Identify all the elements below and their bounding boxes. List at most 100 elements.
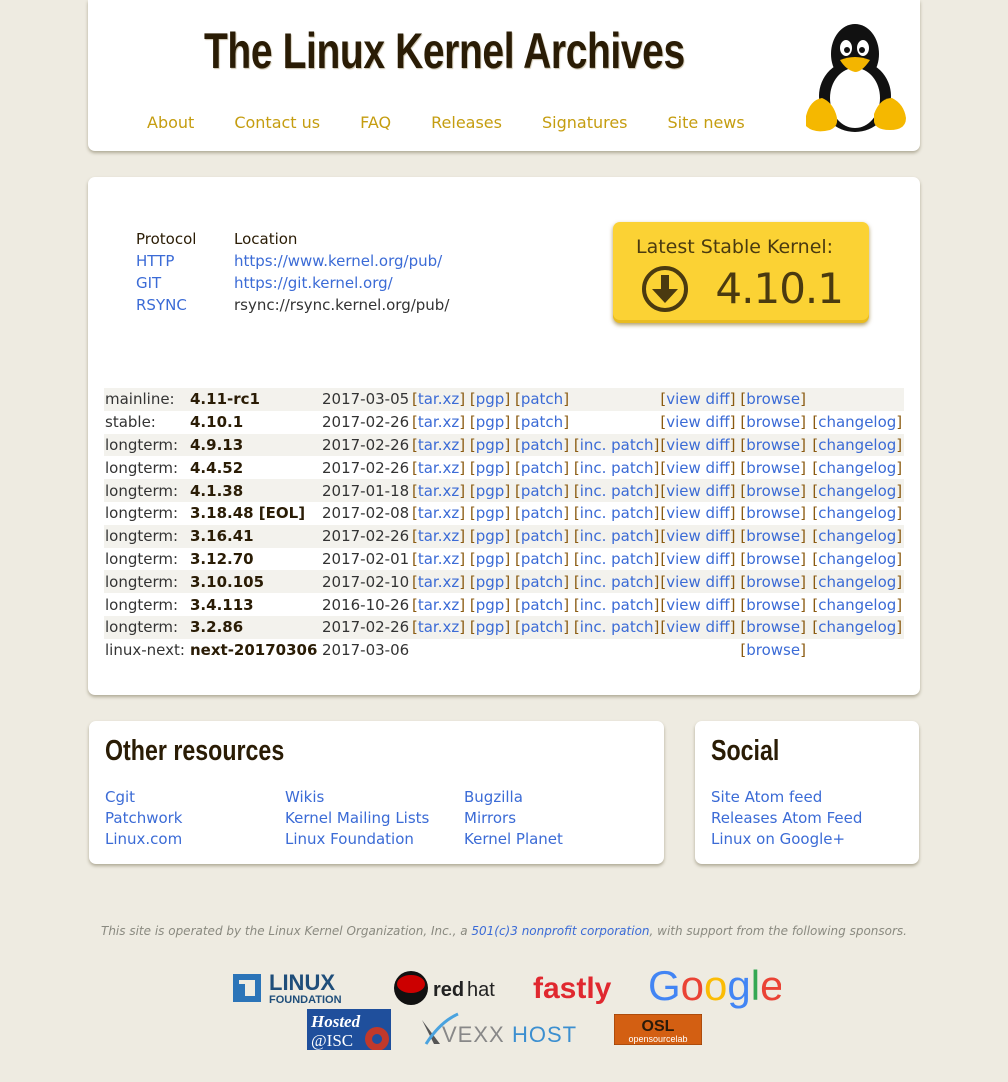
tar-xz-link-text[interactable]: tar.xz xyxy=(418,550,459,568)
changelog-link[interactable]: [changelog] xyxy=(812,550,902,568)
pgp-link[interactable]: [pgp] xyxy=(470,459,510,477)
inc-patch-link[interactable]: [inc. patch] xyxy=(574,618,660,636)
view-diff-link[interactable]: [view diff] xyxy=(660,550,735,568)
pgp-link[interactable]: [pgp] xyxy=(470,504,510,522)
resource-link-linux-foundation[interactable]: Linux Foundation xyxy=(285,829,464,850)
patch-link-text[interactable]: patch xyxy=(521,550,563,568)
inc-patch-link-text[interactable]: inc. patch xyxy=(580,504,654,522)
browse-link[interactable]: [browse] xyxy=(740,413,806,431)
tar-xz-link[interactable]: [tar.xz] xyxy=(412,527,465,545)
patch-link-text[interactable]: patch xyxy=(521,596,563,614)
changelog-link-text[interactable]: changelog xyxy=(818,573,896,591)
browse-link[interactable]: [browse] xyxy=(740,641,806,659)
changelog-link[interactable]: [changelog] xyxy=(812,596,902,614)
browse-link-text[interactable]: browse xyxy=(746,573,800,591)
tar-xz-link[interactable]: [tar.xz] xyxy=(412,504,465,522)
resource-link-mailing-lists[interactable]: Kernel Mailing Lists xyxy=(285,808,464,829)
changelog-link[interactable]: [changelog] xyxy=(812,482,902,500)
nav-contact-us[interactable]: Contact us xyxy=(234,113,320,132)
pgp-link-text[interactable]: pgp xyxy=(476,459,505,477)
patch-link-text[interactable]: patch xyxy=(521,459,563,477)
inc-patch-link[interactable]: [inc. patch] xyxy=(574,527,660,545)
patch-link-text[interactable]: patch xyxy=(521,390,563,408)
view-diff-link[interactable]: [view diff] xyxy=(660,573,735,591)
patch-link-text[interactable]: patch xyxy=(521,436,563,454)
changelog-link-text[interactable]: changelog xyxy=(818,413,896,431)
social-link-site-atom[interactable]: Site Atom feed xyxy=(711,787,862,808)
view-diff-link[interactable]: [view diff] xyxy=(660,504,735,522)
view-diff-link-text[interactable]: view diff xyxy=(666,527,729,545)
tar-xz-link[interactable]: [tar.xz] xyxy=(412,618,465,636)
nav-site-news[interactable]: Site news xyxy=(668,113,745,132)
inc-patch-link-text[interactable]: inc. patch xyxy=(580,527,654,545)
browse-link-text[interactable]: browse xyxy=(746,504,800,522)
tar-xz-link[interactable]: [tar.xz] xyxy=(412,573,465,591)
pgp-link[interactable]: [pgp] xyxy=(470,550,510,568)
browse-link-text[interactable]: browse xyxy=(746,618,800,636)
inc-patch-link-text[interactable]: inc. patch xyxy=(580,573,654,591)
tar-xz-link-text[interactable]: tar.xz xyxy=(418,504,459,522)
inc-patch-link[interactable]: [inc. patch] xyxy=(574,550,660,568)
browse-link[interactable]: [browse] xyxy=(740,573,806,591)
view-diff-link-text[interactable]: view diff xyxy=(666,596,729,614)
changelog-link-text[interactable]: changelog xyxy=(818,482,896,500)
inc-patch-link-text[interactable]: inc. patch xyxy=(580,550,654,568)
changelog-link-text[interactable]: changelog xyxy=(818,527,896,545)
pgp-link[interactable]: [pgp] xyxy=(470,390,510,408)
pgp-link-text[interactable]: pgp xyxy=(476,413,505,431)
patch-link-text[interactable]: patch xyxy=(521,527,563,545)
inc-patch-link[interactable]: [inc. patch] xyxy=(574,504,660,522)
location-git-link[interactable]: https://git.kernel.org/ xyxy=(234,274,393,292)
patch-link-text[interactable]: patch xyxy=(521,573,563,591)
changelog-link[interactable]: [changelog] xyxy=(812,459,902,477)
patch-link-text[interactable]: patch xyxy=(521,618,563,636)
tar-xz-link-text[interactable]: tar.xz xyxy=(418,618,459,636)
sponsor-osl-logo[interactable]: OSL opensourcelab xyxy=(614,1014,702,1045)
patch-link[interactable]: [patch] xyxy=(515,436,569,454)
tar-xz-link[interactable]: [tar.xz] xyxy=(412,482,465,500)
tar-xz-link-text[interactable]: tar.xz xyxy=(418,459,459,477)
patch-link[interactable]: [patch] xyxy=(515,618,569,636)
resource-link-bugzilla[interactable]: Bugzilla xyxy=(464,787,644,808)
tar-xz-link-text[interactable]: tar.xz xyxy=(418,573,459,591)
protocol-git-link[interactable]: GIT xyxy=(136,274,161,292)
pgp-link-text[interactable]: pgp xyxy=(476,527,505,545)
patch-link[interactable]: [patch] xyxy=(515,550,569,568)
view-diff-link-text[interactable]: view diff xyxy=(666,573,729,591)
resource-link-mirrors[interactable]: Mirrors xyxy=(464,808,644,829)
social-link-releases-atom[interactable]: Releases Atom Feed xyxy=(711,808,862,829)
pgp-link-text[interactable]: pgp xyxy=(476,504,505,522)
pgp-link-text[interactable]: pgp xyxy=(476,550,505,568)
patch-link[interactable]: [patch] xyxy=(515,527,569,545)
changelog-link-text[interactable]: changelog xyxy=(818,459,896,477)
browse-link[interactable]: [browse] xyxy=(740,436,806,454)
browse-link-text[interactable]: browse xyxy=(746,550,800,568)
patch-link-text[interactable]: patch xyxy=(521,504,563,522)
changelog-link[interactable]: [changelog] xyxy=(812,573,902,591)
patch-link-text[interactable]: patch xyxy=(521,413,563,431)
patch-link[interactable]: [patch] xyxy=(515,504,569,522)
patch-link[interactable]: [patch] xyxy=(515,482,569,500)
browse-link[interactable]: [browse] xyxy=(740,504,806,522)
tar-xz-link[interactable]: [tar.xz] xyxy=(412,436,465,454)
resource-link-wikis[interactable]: Wikis xyxy=(285,787,464,808)
tar-xz-link-text[interactable]: tar.xz xyxy=(418,527,459,545)
inc-patch-link-text[interactable]: inc. patch xyxy=(580,618,654,636)
tar-xz-link[interactable]: [tar.xz] xyxy=(412,459,465,477)
browse-link[interactable]: [browse] xyxy=(740,550,806,568)
browse-link-text[interactable]: browse xyxy=(746,459,800,477)
nonprofit-link[interactable]: 501(c)3 nonprofit corporation xyxy=(471,924,649,938)
browse-link-text[interactable]: browse xyxy=(746,596,800,614)
view-diff-link[interactable]: [view diff] xyxy=(660,459,735,477)
patch-link[interactable]: [patch] xyxy=(515,390,569,408)
browse-link-text[interactable]: browse xyxy=(746,482,800,500)
tar-xz-link-text[interactable]: tar.xz xyxy=(418,596,459,614)
tar-xz-link[interactable]: [tar.xz] xyxy=(412,413,465,431)
tar-xz-link-text[interactable]: tar.xz xyxy=(418,482,459,500)
view-diff-link-text[interactable]: view diff xyxy=(666,618,729,636)
browse-link[interactable]: [browse] xyxy=(740,390,806,408)
pgp-link-text[interactable]: pgp xyxy=(476,618,505,636)
resource-link-kernel-planet[interactable]: Kernel Planet xyxy=(464,829,644,850)
view-diff-link[interactable]: [view diff] xyxy=(660,390,735,408)
tar-xz-link[interactable]: [tar.xz] xyxy=(412,390,465,408)
